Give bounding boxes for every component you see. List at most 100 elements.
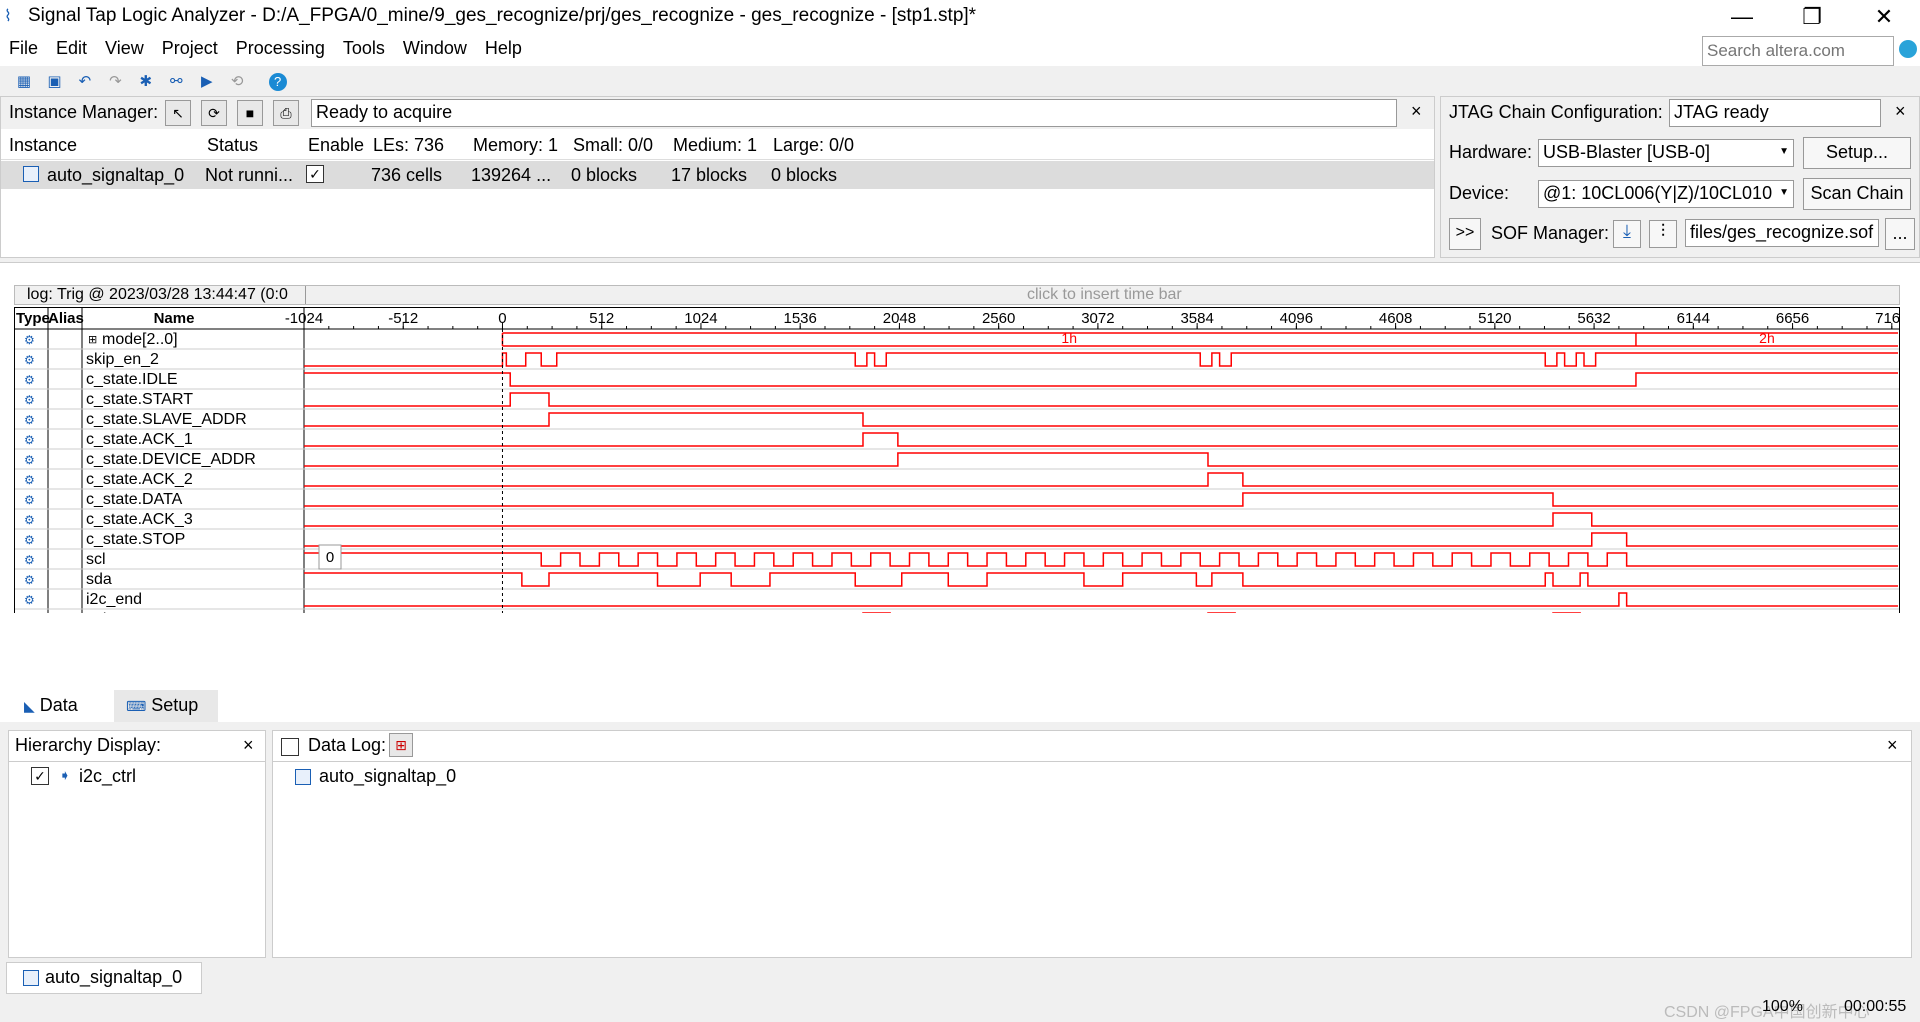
signal-name[interactable]: c_state.SLAVE_ADDR [86,411,247,428]
column-header[interactable]: Large: 0/0 [773,135,854,156]
column-header[interactable]: Small: 0/0 [573,135,653,156]
column-header[interactable]: Alias [48,310,84,327]
instance-manager-label: Instance Manager: [9,102,159,122]
tab-data[interactable]: ◣ Data [12,690,112,722]
run-icon[interactable]: ▶ [195,70,219,94]
signal-name[interactable]: c_state.ACK_2 [86,471,193,488]
menu-item-view[interactable]: View [96,34,153,63]
tick-label: 1024 [684,310,717,327]
column-header[interactable]: Type [16,310,50,327]
signal-trace [304,592,1898,607]
hierarchy-item[interactable]: i2c_ctrl [79,766,136,787]
column-header[interactable]: LEs: 736 [373,135,444,156]
signal-trace [304,412,1898,427]
large-cell: 0 blocks [771,165,838,185]
node-type-icon: ⚙ [24,413,35,427]
signal-name[interactable]: ack [86,611,112,613]
menu-item-help[interactable]: Help [476,34,531,63]
hardware-select[interactable]: USB-Blaster [USB-0] ▼ [1538,139,1794,167]
read-data-icon[interactable]: ⎙ [273,100,299,126]
autorun-icon[interactable]: ⟲ [225,70,249,94]
signal-name[interactable]: sda [86,571,112,588]
column-header[interactable]: Status [207,135,258,156]
menu-item-project[interactable]: Project [153,34,227,63]
signal-name[interactable]: c_state.START [86,391,193,408]
node-finder-icon[interactable]: ✱ [134,70,158,94]
help-icon[interactable]: ? [268,73,287,91]
column-header[interactable]: Enable [308,135,364,156]
tick-label: 3072 [1081,310,1114,327]
signal-trace [304,432,1898,447]
data-log-checkbox[interactable] [281,738,299,756]
column-header[interactable]: Instance [9,135,77,156]
browse-button[interactable]: ... [1885,218,1915,250]
minimize-button[interactable]: — [1713,0,1771,34]
attach-icon[interactable]: ⫶ [1649,220,1677,248]
window-icon[interactable]: ▦ [12,70,36,94]
setup-button[interactable]: Setup... [1803,137,1911,169]
column-header[interactable]: Medium: 1 [673,135,757,156]
signal-name[interactable]: scl [86,551,106,568]
run-analysis-icon[interactable]: ⟳ [201,100,227,126]
maximize-button[interactable]: ❐ [1783,0,1841,34]
table-row[interactable]: auto_signaltap_0 Not runni... ✓ 736 cell… [1,161,1434,189]
menu-item-tools[interactable]: Tools [334,34,394,63]
enable-checkbox[interactable]: ✓ [306,165,324,183]
zoom-level: 100% [1762,998,1803,1015]
hierarchy-node-icon: ➧ [59,767,71,783]
waveform-svg[interactable]: TypeAlias Name -1024 -512 0 512 1024 1536 2048 25… [14,307,1900,613]
menu-item-file[interactable]: File [0,34,47,63]
data-log-item[interactable]: auto_signaltap_0 [319,766,456,787]
signal-name[interactable]: c_state.IDLE [86,371,178,388]
instance-manager-panel: Instance Manager: ↖ ⟳ ■ ⎙ Ready to acqui… [0,96,1435,258]
column-header[interactable]: Name [154,310,195,327]
globe-icon[interactable] [1899,40,1917,58]
menu-bar: File Edit View Project Processing Tools Window… [0,34,1920,66]
close-button[interactable]: ✕ [1855,0,1913,34]
signal-name[interactable]: c_state.ACK_1 [86,431,193,448]
instance-manager-close-button[interactable]: × [1411,101,1422,122]
signal-name[interactable]: c_state.DEVICE_ADDR [86,451,256,468]
device-select[interactable]: @1: 10CL006(Y|Z)/10CL010 ▼ [1538,180,1794,208]
data-log-close-button[interactable]: × [1887,735,1898,756]
view-tabs: ◣ Data ⌨ Setup [0,690,1920,724]
timebar-hint[interactable]: click to insert time bar [1027,286,1182,304]
redo-icon[interactable]: ↷ [103,70,127,94]
signal-trace [304,352,1898,367]
instance-tab[interactable]: auto_signaltap_0 [6,962,202,994]
setup-tab-icon: ⌨ [126,698,147,714]
log-label: log: Trig @ 2023/03/28 13:44:47 (0:0 [27,286,288,303]
stop-analysis-icon[interactable]: ■ [237,100,263,126]
tick-label: -1024 [285,310,323,327]
scan-chain-button[interactable]: Scan Chain [1803,178,1911,210]
signal-name[interactable]: i2c_end [86,591,142,608]
instance-status: Not runni... [205,165,294,185]
node-type-icon: ⚙ [24,433,35,447]
data-log-options-icon[interactable]: ⊞ [389,733,413,757]
signal-name[interactable]: skip_en_2 [86,351,159,368]
menu-item-window[interactable]: Window [394,34,476,63]
sof-file-field[interactable]: files/ges_recognize.sof [1685,219,1879,247]
search-input[interactable] [1702,36,1894,66]
tab-data-label: Data [39,695,78,715]
signal-name[interactable]: mode[2..0] [102,331,178,348]
hierarchy-close-button[interactable]: × [243,735,254,756]
node-type-icon: ⚙ [24,353,35,367]
save-icon[interactable]: ▣ [42,70,66,94]
menu-item-processing[interactable]: Processing [227,34,334,63]
expand-button[interactable]: >> [1449,218,1481,250]
signal-name[interactable]: c_state.STOP [86,531,185,548]
hierarchy-checkbox[interactable]: ✓ [31,767,49,785]
expand-icon[interactable]: ⊞ [88,333,97,346]
tab-setup[interactable]: ⌨ Setup [114,690,218,722]
program-device-icon[interactable]: ⤓ [1613,220,1641,248]
undo-icon[interactable]: ↶ [73,70,97,94]
find-icon[interactable]: ⚯ [164,70,188,94]
jtag-close-button[interactable]: × [1895,101,1906,122]
column-header[interactable]: Memory: 1 [473,135,558,156]
node-type-icon: ⚙ [24,573,35,587]
menu-item-edit[interactable]: Edit [47,34,96,63]
autorun-analysis-icon[interactable]: ↖ [165,100,191,126]
signal-name[interactable]: c_state.DATA [86,491,183,508]
signal-name[interactable]: c_state.ACK_3 [86,511,193,528]
